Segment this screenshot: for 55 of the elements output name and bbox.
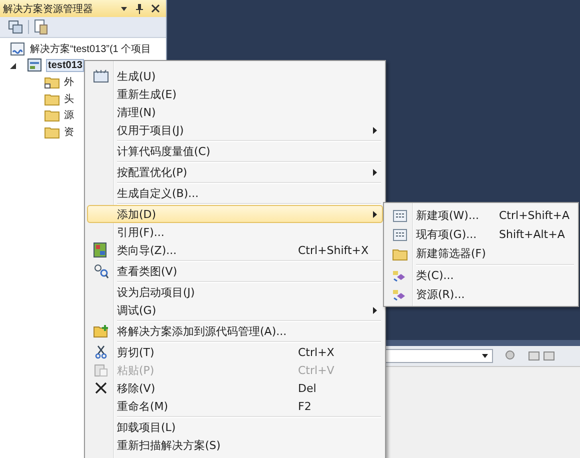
- menu-item[interactable]: 类(C)...: [386, 266, 576, 285]
- menu-item[interactable]: 剪切(T) Ctrl+X: [87, 343, 383, 361]
- menu-item[interactable]: 调试(G): [87, 301, 383, 319]
- menu-item[interactable]: 仅用于项目(J): [87, 121, 383, 139]
- dropdown-icon[interactable]: [120, 4, 128, 12]
- tree-item[interactable]: test013: [46, 59, 84, 72]
- folder-icon: [44, 108, 60, 122]
- wizard-icon: [93, 242, 109, 258]
- tree-item[interactable]: 源: [63, 108, 75, 122]
- menu-item[interactable]: 引用(F)...: [87, 223, 383, 241]
- menu-item[interactable]: 重命名(M) F2: [87, 397, 383, 415]
- tree-item[interactable]: 头: [63, 92, 75, 106]
- folder-icon: [93, 324, 109, 338]
- clipboard-icon: [94, 363, 108, 377]
- folder-icon: [44, 124, 60, 139]
- menu-item[interactable]: 现有项(G)... Shift+Alt+A: [386, 225, 576, 244]
- folder-icon: [44, 75, 60, 90]
- menu-item[interactable]: 新建筛选器(F): [386, 244, 576, 263]
- expanded-arrow-icon[interactable]: [10, 62, 16, 69]
- menu-item[interactable]: 生成(U): [87, 67, 383, 85]
- grid-icon: [393, 228, 407, 240]
- tree-item[interactable]: 外: [63, 75, 75, 90]
- menu-item[interactable]: 计算代码度量值(C): [87, 142, 383, 160]
- menu-item[interactable]: 移除(V) Del: [87, 379, 383, 397]
- menu-item[interactable]: 卸载项目(L): [87, 418, 383, 436]
- menu-item[interactable]: 重新扫描解决方案(S): [87, 436, 383, 454]
- dropdown-field[interactable]: [385, 349, 493, 363]
- menu-item[interactable]: 将解决方案添加到源代码管理(A)...: [87, 322, 383, 340]
- build-icon: [93, 69, 109, 83]
- menu-item[interactable]: 查看类图(V): [87, 262, 383, 280]
- folder-icon: [44, 92, 60, 106]
- folder-icon: [392, 246, 408, 260]
- menu-item[interactable]: 清理(N): [87, 103, 383, 121]
- solution-icon: [10, 42, 26, 57]
- collapse-icon[interactable]: [8, 20, 24, 34]
- menu-item[interactable]: 资源(R)...: [386, 285, 576, 304]
- menu-item[interactable]: 添加(D): [87, 205, 383, 223]
- properties-icon[interactable]: [33, 19, 49, 35]
- menu-item[interactable]: 按配置优化(P): [87, 163, 383, 181]
- menu-item[interactable]: 重新生成(E): [87, 85, 383, 103]
- class-diagram-icon: [93, 263, 109, 279]
- tree-item[interactable]: 资: [63, 124, 75, 139]
- menu-item[interactable]: 新建项(W)... Ctrl+Shift+A: [386, 206, 576, 225]
- project-icon: [27, 58, 43, 74]
- panel-title: 解决方案资源管理器: [3, 2, 94, 16]
- menu-item[interactable]: 设为启动项目(J): [87, 283, 383, 301]
- pin-icon[interactable]: [135, 3, 144, 14]
- close-icon: [95, 382, 107, 394]
- close-icon[interactable]: [151, 4, 160, 13]
- tree-item[interactable]: 解决方案“test013”(1 个项目: [29, 42, 152, 56]
- caret-icon: [482, 354, 488, 358]
- grid-icon: [393, 210, 407, 222]
- menu-item[interactable]: 类向导(Z)... Ctrl+Shift+X: [87, 241, 383, 259]
- scissors-icon: [95, 345, 107, 359]
- menu-item[interactable]: 生成自定义(B)...: [87, 184, 383, 202]
